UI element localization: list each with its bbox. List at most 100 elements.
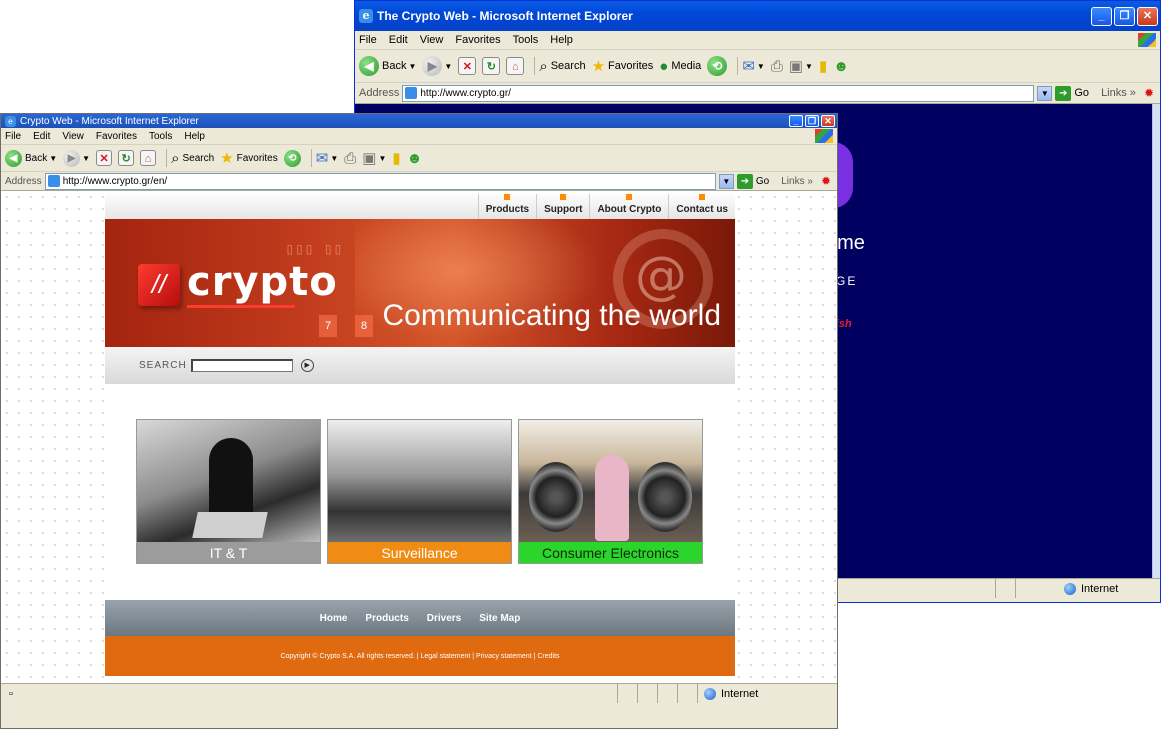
refresh-button[interactable]: ↻	[482, 57, 501, 75]
menu-favorites[interactable]: Favorites	[96, 131, 137, 142]
refresh-icon: ↻	[118, 150, 135, 166]
nav-support[interactable]: Support	[536, 194, 589, 219]
history-button[interactable]: ⟲	[283, 149, 301, 167]
menu-favorites[interactable]: Favorites	[455, 34, 500, 46]
search-icon: ⌕	[539, 57, 548, 75]
footer-home-link[interactable]: Home	[320, 613, 348, 624]
back-arrow-icon: ◀	[5, 149, 22, 167]
back-button[interactable]: ◀ Back ▼	[5, 149, 57, 167]
search-button[interactable]: ⌕ Search	[539, 58, 585, 75]
footer-sitemap-link[interactable]: Site Map	[479, 613, 520, 624]
chevron-down-icon[interactable]: ▼	[378, 154, 386, 163]
mail-button[interactable]: ✉ ▼	[742, 57, 765, 75]
nav-products[interactable]: Products	[477, 194, 536, 219]
menu-edit[interactable]: Edit	[33, 131, 50, 142]
back-toolbar: ◀ Back ▼ ▶ ▼ ✕ ↻ ⌂ ⌕ Search ★ Favorites …	[355, 50, 1160, 83]
folder-button[interactable]: ▮	[819, 57, 827, 75]
close-button[interactable]: ✕	[821, 115, 835, 127]
address-label: Address	[359, 87, 400, 99]
menu-file[interactable]: File	[359, 34, 377, 46]
menu-tools[interactable]: Tools	[513, 34, 539, 46]
nav-about[interactable]: About Crypto	[589, 194, 668, 219]
stop-button[interactable]: ✕	[96, 150, 113, 166]
site-search-input[interactable]	[190, 359, 293, 372]
address-input[interactable]: http://www.crypto.gr/en/	[44, 172, 716, 190]
menu-view[interactable]: View	[420, 34, 444, 46]
chevron-down-icon[interactable]: ▼	[82, 154, 90, 163]
links-button[interactable]: Links »	[1101, 87, 1136, 99]
footer-drivers-link[interactable]: Drivers	[427, 613, 461, 624]
chevron-down-icon[interactable]: ▼	[330, 154, 338, 163]
edit-button[interactable]: ▣ ▼	[789, 57, 813, 75]
stop-icon: ✕	[458, 57, 477, 75]
footer-products-link[interactable]: Products	[365, 613, 408, 624]
chevron-down-icon[interactable]: ▼	[408, 62, 416, 71]
favorites-button[interactable]: ★ Favorites	[592, 57, 654, 75]
copyright-bar: Copyright © Crypto S.A. All rights reser…	[105, 636, 735, 676]
search-go-button[interactable]: ▶	[300, 359, 314, 372]
address-dropdown[interactable]: ▼	[1037, 85, 1053, 101]
laptop-graphic	[192, 512, 268, 538]
print-button[interactable]: ⎙	[771, 58, 783, 75]
chevron-down-icon[interactable]: ▼	[444, 62, 452, 71]
chevron-down-icon[interactable]: ▼	[49, 154, 57, 163]
menu-help[interactable]: Help	[550, 34, 573, 46]
tile-surveillance[interactable]: Surveillance	[327, 419, 512, 564]
media-button[interactable]: ● Media	[659, 58, 701, 75]
stop-button[interactable]: ✕	[458, 57, 477, 75]
back-title-bar[interactable]: e The Crypto Web - Microsoft Internet Ex…	[355, 1, 1160, 31]
status-cell	[617, 684, 637, 703]
minimize-button[interactable]: _	[1091, 6, 1112, 26]
address-input[interactable]: http://www.crypto.gr/	[402, 84, 1035, 102]
norton-icon[interactable]: ✹	[1144, 86, 1154, 100]
home-button[interactable]: ⌂	[506, 57, 525, 75]
favorites-button[interactable]: ★ Favorites	[220, 149, 278, 167]
globe-icon	[704, 687, 716, 700]
search-button[interactable]: ⌕ Search	[171, 150, 214, 167]
logo-underline	[187, 305, 295, 308]
norton-icon[interactable]: ✹	[821, 174, 831, 188]
messenger-button[interactable]: ☻	[833, 58, 849, 75]
maximize-button[interactable]: ❐	[1114, 6, 1135, 26]
status-cell	[657, 684, 677, 703]
edit-button[interactable]: ▣ ▼	[362, 149, 386, 167]
maximize-button[interactable]: ❐	[805, 115, 819, 127]
nav-contact[interactable]: Contact us	[668, 194, 735, 219]
favorites-label: Favorites	[608, 60, 654, 72]
messenger-button[interactable]: ☻	[407, 150, 423, 167]
folder-button[interactable]: ▮	[392, 149, 400, 167]
menu-help[interactable]: Help	[184, 131, 205, 142]
minimize-button[interactable]: _	[789, 115, 803, 127]
page-icon	[47, 175, 60, 187]
media-icon: ●	[659, 57, 669, 75]
print-button[interactable]: ⎙	[344, 150, 356, 167]
home-icon: ⌂	[506, 57, 525, 75]
front-title-bar[interactable]: e Crypto Web - Microsoft Internet Explor…	[1, 114, 837, 128]
home-button[interactable]: ⌂	[140, 150, 157, 166]
tile-caption: Consumer Electronics	[519, 542, 702, 563]
address-dropdown[interactable]: ▼	[718, 173, 734, 189]
chevron-down-icon[interactable]: ▼	[805, 62, 813, 71]
back-button[interactable]: ◀ Back ▼	[359, 56, 416, 76]
home-icon: ⌂	[140, 150, 157, 166]
close-button[interactable]: ✕	[1137, 6, 1158, 26]
mail-button[interactable]: ✉ ▼	[316, 149, 339, 167]
menu-view[interactable]: View	[62, 131, 84, 142]
forward-button[interactable]: ▶ ▼	[422, 56, 452, 76]
tile-consumer-electronics[interactable]: Consumer Electronics	[518, 419, 703, 564]
go-button[interactable]: ➔ Go	[736, 173, 769, 189]
vertical-scrollbar[interactable]	[1152, 104, 1160, 578]
chevron-down-icon[interactable]: ▼	[757, 62, 765, 71]
mail-icon: ✉	[315, 150, 329, 167]
forward-button[interactable]: ▶ ▼	[63, 149, 90, 167]
refresh-button[interactable]: ↻	[118, 150, 135, 166]
crypto-logo-icon[interactable]: //	[138, 264, 180, 306]
menu-edit[interactable]: Edit	[389, 34, 408, 46]
menu-file[interactable]: File	[5, 131, 21, 142]
crypto-logo-text[interactable]: crypto	[187, 259, 338, 305]
tile-it-t[interactable]: IT & T	[136, 419, 321, 564]
menu-tools[interactable]: Tools	[149, 131, 172, 142]
links-button[interactable]: Links »	[781, 176, 813, 187]
history-button[interactable]: ⟲	[707, 56, 728, 76]
go-button[interactable]: ➔ Go	[1055, 85, 1089, 101]
